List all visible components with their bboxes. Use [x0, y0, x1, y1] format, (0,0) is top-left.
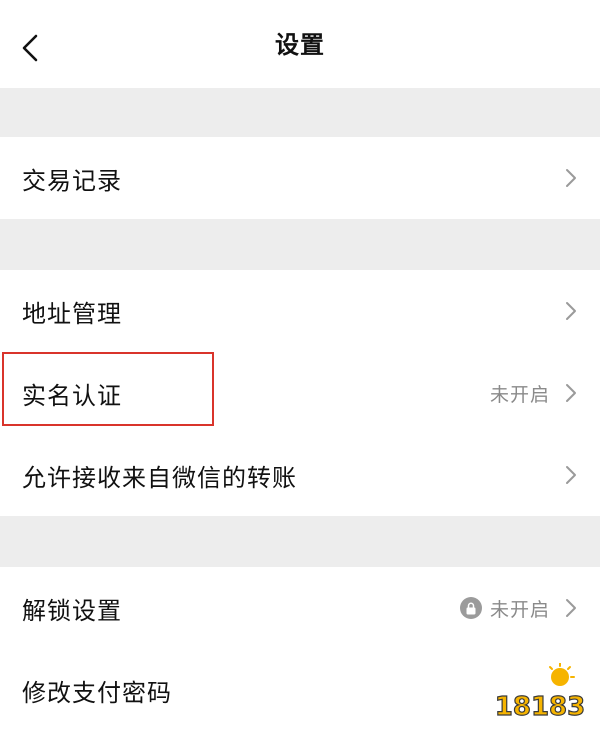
- row-accessory: [558, 464, 578, 486]
- row-label: 实名认证: [22, 381, 122, 410]
- chevron-right-icon: [564, 167, 578, 189]
- row-unlock-settings[interactable]: 解锁设置 未开启: [0, 567, 600, 649]
- status-text: 未开启: [489, 383, 550, 406]
- row-label: 地址管理: [22, 299, 122, 328]
- header-bar: 设置: [0, 0, 600, 88]
- row-accessory: 未开启: [459, 595, 578, 622]
- row-accessory: 未开启: [490, 380, 578, 407]
- row-label: 解锁设置: [22, 596, 122, 625]
- chevron-left-icon: [22, 34, 38, 62]
- lock-icon: [459, 597, 482, 619]
- section-divider: [0, 88, 600, 137]
- row-label: 允许接收来自微信的转账: [22, 463, 297, 492]
- watermark-text: 18183: [495, 692, 585, 722]
- chevron-right-icon: [564, 597, 578, 619]
- section-divider: [0, 516, 600, 567]
- watermark-logo: 18183: [494, 663, 586, 723]
- status-text: 未开启: [489, 598, 550, 621]
- page-title: 设置: [275, 30, 325, 59]
- row-transaction-records[interactable]: 交易记录: [0, 137, 600, 219]
- back-button[interactable]: [10, 28, 50, 68]
- row-label: 交易记录: [22, 166, 122, 195]
- chevron-right-icon: [564, 300, 578, 322]
- chevron-right-icon: [564, 464, 578, 486]
- settings-screen: 设置 交易记录 地址管理 实名认证 未开启 允许接收来自微信的转账 解锁设置 未…: [0, 0, 600, 737]
- row-address-management[interactable]: 地址管理: [0, 270, 600, 352]
- row-real-name-verification[interactable]: 实名认证 未开启: [0, 352, 600, 434]
- row-accessory: [558, 300, 578, 322]
- section-divider: [0, 219, 600, 270]
- chevron-right-icon: [564, 382, 578, 404]
- row-allow-wechat-transfer[interactable]: 允许接收来自微信的转账: [0, 434, 600, 516]
- row-accessory: [558, 167, 578, 189]
